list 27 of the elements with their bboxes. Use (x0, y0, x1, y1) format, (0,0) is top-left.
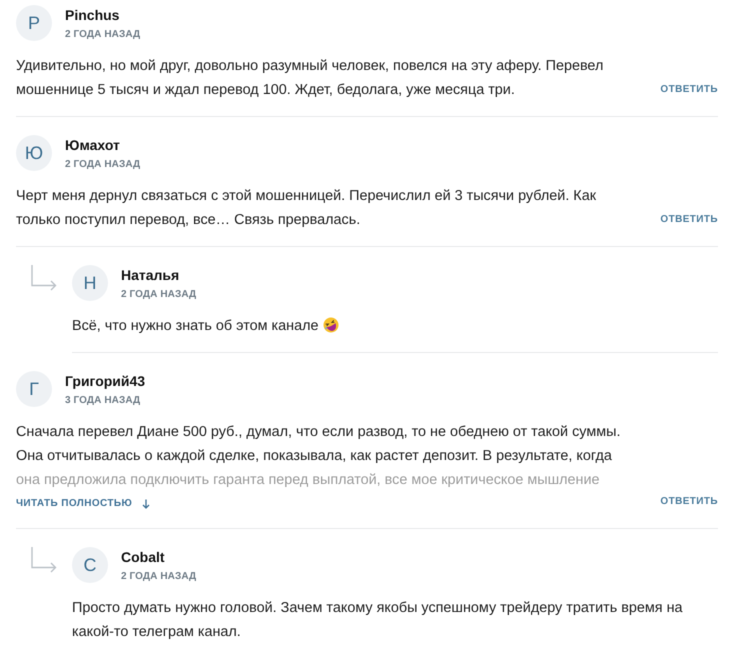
avatar: Н (72, 265, 108, 301)
author-name: Наталья (121, 266, 180, 284)
comment-time: 3 ГОДА НАЗАД (65, 394, 140, 408)
comment-time: 2 ГОДА НАЗАД (121, 570, 196, 584)
read-more-link[interactable]: ЧИТАТЬ ПОЛНОСТЬЮ (16, 497, 150, 511)
comment-text: Удивительно, но мой друг, довольно разумный человек, повелся на эту аферу. Перевел мошеннице 5 тысяч и ждал перевод 100. Ждет, бедолага, уже месяца три. (16, 58, 604, 98)
avatar: Ю (16, 135, 52, 171)
author-name: Юмахот (65, 136, 120, 154)
comment-text: Всё, что нужно знать об этом канале (72, 318, 318, 334)
reply-button[interactable]: ОТВЕТИТЬ (660, 490, 718, 514)
comment-time: 2 ГОДА НАЗАД (65, 28, 140, 42)
avatar: Г (16, 371, 52, 407)
author-name: Григорий43 (65, 372, 146, 390)
author-name: Pinchus (65, 6, 120, 24)
reply-button[interactable]: ОТВЕТИТЬ (660, 208, 718, 232)
reply-arrow-icon (31, 547, 57, 573)
reply-button[interactable]: ОТВЕТИТЬ (660, 78, 718, 102)
comment-text: Просто думать нужно головой. Зачем такому якобы успешному трейдеру тратить время на какой-то телеграм канал. (72, 600, 683, 640)
avatar: C (72, 547, 108, 583)
comment-time: 2 ГОДА НАЗАД (121, 288, 196, 302)
arrow-down-icon (142, 499, 150, 509)
author-name: Cobalt (121, 548, 165, 566)
comment-text: Сначала перевел Диане 500 руб., думал, что если развод, то не обеднею от такой суммы. Она отчитывалась о каждой сделке, показывала, как растет депозит. В результате, когда она предложила подключить гаранта перед выплатой, все мое критическое мышление (16, 424, 620, 488)
comment-text: Черт меня дернул связаться с этой мошенницей. Перечислил ей 3 тысячи рублей. Как только поступил перевод, все… Связь прервалась. (16, 188, 596, 228)
comment-time: 2 ГОДА НАЗАД (65, 158, 140, 172)
avatar: P (16, 5, 52, 41)
reply-arrow-icon (31, 265, 57, 291)
